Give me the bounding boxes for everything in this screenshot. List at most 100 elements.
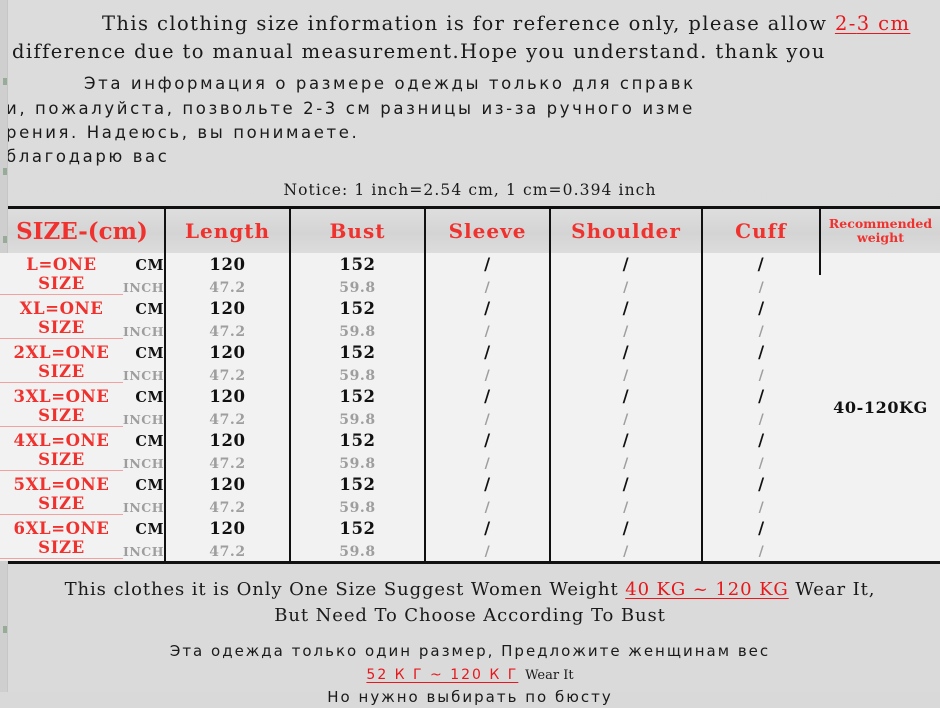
table-row: 6XL=ONE SIZE CM 120 152 / / / (0, 517, 940, 562)
value-cuff-inch: / (758, 411, 765, 428)
value-cuff-cm: / (758, 518, 765, 538)
size-label-cell: 5XL=ONE SIZE (0, 473, 123, 518)
value-bust-inch: 59.8 (339, 323, 376, 340)
value-length-cm: 120 (209, 298, 246, 318)
value-bust-cm: 152 (339, 474, 376, 494)
value-length-cm: 120 (209, 474, 246, 494)
cell-length-inch: 47.2 (165, 319, 291, 342)
value-length-inch: 47.2 (209, 543, 246, 560)
cell-bust-cm: 152 (290, 341, 426, 364)
intro-en-part2: difference due to manual measurement.Hop… (12, 39, 826, 63)
value-length-cm: 120 (209, 430, 246, 450)
notice-conversion: Notice: 1 inch=2.54 cm, 1 cm=0.394 inch (283, 181, 657, 200)
cell-bust-inch: 59.8 (290, 451, 426, 474)
value-sleeve-inch: / (484, 367, 491, 384)
unit-cell-cm: CM (123, 297, 166, 320)
table-row: L=ONE SIZE CM 120 152 / / / 40-120KG (0, 253, 940, 562)
cell-length-inch: 47.2 (165, 451, 291, 474)
cell-cuff-cm: / (702, 253, 821, 276)
footer-ru-weight-highlight: 52 К Г ~ 120 К Г (366, 666, 519, 683)
unit-cell-inch: INCH (123, 451, 166, 474)
value-bust-inch: 59.8 (339, 499, 376, 516)
intro-english-text: This clothing size information is for re… (0, 0, 940, 65)
value-length-cm: 120 (209, 254, 246, 274)
value-length-inch: 47.2 (209, 499, 246, 516)
unit-label-cm: CM (135, 388, 164, 406)
cell-bust-cm: 152 (290, 385, 426, 408)
col-header-length: Length (165, 209, 291, 254)
size-label: 6XL=ONE SIZE (0, 519, 123, 560)
intro-russian-text: Эта информация о размере одежды только д… (0, 65, 940, 169)
size-label: 3XL=ONE SIZE (0, 387, 123, 428)
value-shoulder-cm: / (622, 254, 630, 274)
cell-shoulder-inch: / (550, 275, 703, 298)
table-row: INCH 47.2 59.8 / / / (0, 275, 940, 298)
value-bust-inch: 59.8 (339, 543, 376, 560)
table-row: 5XL=ONE SIZE CM 120 152 / / / (0, 473, 940, 518)
unit-cell-inch: INCH (123, 275, 166, 298)
cell-shoulder-inch: / (550, 407, 703, 430)
cell-sleeve-inch: / (425, 495, 551, 518)
intro-en-highlight-2: 3 cm (856, 12, 911, 35)
cell-length-cm: 120 (165, 517, 291, 540)
footer-ru-line-3: Но нужно выбирать по бюсту (327, 687, 613, 706)
value-bust-inch: 59.8 (339, 455, 376, 472)
cell-shoulder-inch: / (550, 319, 703, 342)
value-length-inch: 47.2 (209, 323, 246, 340)
cell-shoulder-inch: / (550, 495, 703, 518)
table-row: INCH 47.2 59.8 / / / (0, 363, 940, 386)
col-header-size: SIZE-(cm) (0, 209, 166, 254)
cell-length-inch: 47.2 (165, 495, 291, 518)
size-label: XL=ONE SIZE (0, 299, 123, 340)
size-label-cell: L=ONE SIZE (0, 253, 123, 298)
value-cuff-cm: / (757, 254, 765, 274)
cell-sleeve-inch: / (425, 407, 551, 430)
value-bust-inch: 59.8 (339, 279, 376, 296)
cell-shoulder-cm: / (550, 429, 703, 452)
intro-en-part1: This clothing size information is for re… (102, 12, 835, 35)
value-sleeve-inch: / (484, 279, 491, 296)
cell-sleeve-cm: / (425, 517, 551, 540)
intro-en-highlight-1: 2- (834, 12, 857, 35)
col-header-shoulder: Shoulder (550, 209, 703, 254)
cell-sleeve-cm: / (425, 253, 551, 276)
footer-en-part2: Wear It, (788, 579, 876, 601)
unit-cell-cm: CM (123, 429, 166, 452)
footer-russian-text: Эта одежда только один размер, Предложит… (0, 628, 940, 708)
cell-sleeve-inch: / (425, 363, 551, 386)
footer-ru-line-1: Эта одежда только один размер, Предложит… (169, 642, 771, 661)
value-sleeve-cm: / (484, 518, 491, 538)
unit-label-inch: INCH (123, 323, 165, 339)
unit-cell-inch: INCH (123, 407, 166, 430)
value-shoulder-cm: / (622, 430, 630, 450)
col-header-bust: Bust (290, 209, 426, 254)
edge-tick (3, 626, 7, 633)
value-bust-cm: 152 (339, 342, 376, 362)
cell-bust-inch: 59.8 (290, 319, 426, 342)
unit-label-inch: INCH (123, 411, 165, 427)
cell-shoulder-inch: / (550, 363, 703, 386)
unit-label-inch: INCH (123, 499, 165, 515)
value-length-inch: 47.2 (209, 279, 246, 296)
cell-length-cm: 120 (165, 429, 291, 452)
unit-label-cm: CM (135, 300, 164, 318)
cell-bust-cm: 152 (290, 253, 426, 276)
value-cuff-cm: / (758, 342, 765, 362)
cell-shoulder-cm: / (550, 517, 703, 540)
footer-en-line-2: But Need To Choose According To Bust (274, 604, 666, 626)
value-bust-inch: 59.8 (339, 367, 376, 384)
cell-shoulder-inch: / (550, 451, 703, 474)
cell-bust-inch: 59.8 (290, 539, 426, 562)
cell-sleeve-cm: / (425, 473, 551, 496)
cell-length-inch: 47.2 (165, 363, 291, 386)
cell-bust-inch: 59.8 (290, 363, 426, 386)
footer-en-part1: This clothes it is Only One Size Suggest… (64, 579, 626, 601)
table-row: INCH 47.2 59.8 / / / (0, 539, 940, 562)
cell-sleeve-inch: / (425, 451, 551, 474)
value-sleeve-inch: / (484, 543, 491, 560)
size-table: SIZE-(cm) Length Bust Sleeve Shoulder Cu… (0, 209, 940, 562)
value-shoulder-cm: / (622, 386, 630, 406)
size-label: 2XL=ONE SIZE (0, 343, 123, 384)
size-label-cell: XL=ONE SIZE (0, 297, 123, 342)
cell-bust-inch: 59.8 (290, 407, 426, 430)
